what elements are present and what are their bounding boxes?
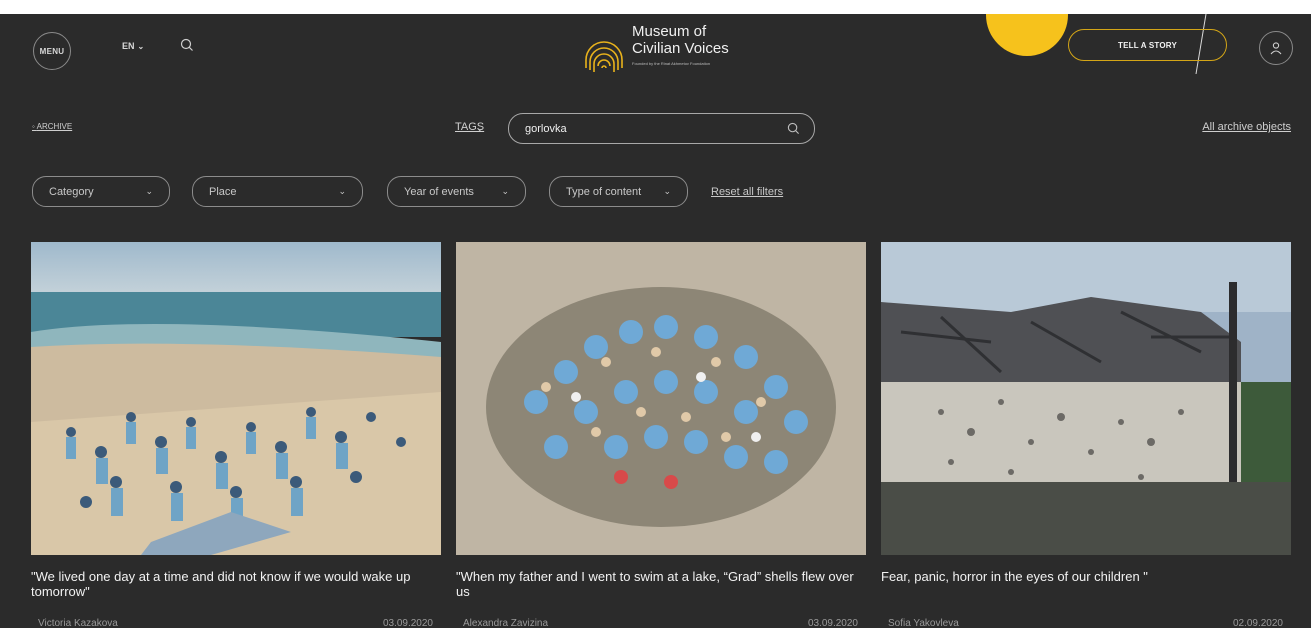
reset-filters-link[interactable]: Reset all filters — [711, 186, 783, 198]
decorative-yellow-circle — [986, 14, 1068, 56]
story-title[interactable]: Fear, panic, horror in the eyes of our c… — [881, 569, 1281, 584]
story-card[interactable]: "We lived one day at a time and did not … — [31, 242, 441, 628]
story-image-destroyed-house[interactable] — [881, 242, 1291, 555]
story-card[interactable]: Fear, panic, horror in the eyes of our c… — [881, 242, 1291, 628]
story-meta: Sofia Yakovleva 02.09.2020 — [888, 618, 1283, 628]
chevron-down-icon: ⌄ — [137, 42, 145, 51]
story-author: Alexandra Zavizina — [463, 618, 549, 628]
story-title[interactable]: "We lived one day at a time and did not … — [31, 569, 431, 599]
category-filter[interactable]: Category ⌄ — [32, 176, 170, 207]
archive-search-box — [508, 113, 815, 144]
site-title-line1: Museum of — [632, 23, 707, 40]
language-selector[interactable]: EN ⌄ — [122, 41, 144, 51]
chevron-down-icon: ⌄ — [501, 186, 509, 196]
story-meta: Alexandra Zavizina 03.09.2020 — [463, 618, 858, 628]
story-card[interactable]: "When my father and I went to swim at a … — [456, 242, 866, 628]
search-icon[interactable] — [180, 38, 194, 52]
language-label: EN — [122, 41, 135, 51]
story-image-group-photo[interactable] — [456, 242, 866, 555]
story-author: Victoria Kazakova — [38, 618, 118, 628]
breadcrumb-archive-link[interactable]: ◦ ARCHIVE — [32, 122, 72, 131]
story-date: 02.09.2020 — [1232, 618, 1283, 628]
all-archive-objects-link[interactable]: All archive objects — [1202, 121, 1291, 133]
chevron-down-icon: ⌄ — [145, 186, 153, 196]
site-subtitle: Founded by the Rinat Akhmetov Foundation — [632, 61, 711, 66]
tell-a-story-button[interactable]: TELL A STORY — [1068, 29, 1227, 61]
category-filter-label: Category — [49, 185, 94, 198]
search-input[interactable] — [525, 121, 775, 137]
menu-button[interactable]: MENU — [33, 32, 71, 70]
menu-label: MENU — [39, 46, 65, 56]
chevron-down-icon: ⌄ — [663, 186, 671, 196]
archive-label: ARCHIVE — [36, 122, 73, 131]
place-filter-label: Place — [209, 185, 237, 198]
site-title[interactable]: Museum of Civilian Voices — [632, 23, 729, 57]
chevron-down-icon: ⌄ — [476, 123, 484, 133]
site-title-line2: Civilian Voices — [632, 40, 729, 57]
type-of-content-filter[interactable]: Type of content ⌄ — [549, 176, 688, 207]
year-of-events-filter[interactable]: Year of events ⌄ — [387, 176, 526, 207]
story-meta: Victoria Kazakova 03.09.2020 — [38, 618, 433, 628]
story-title[interactable]: "When my father and I went to swim at a … — [456, 569, 856, 599]
story-date: 03.09.2020 — [382, 618, 433, 628]
search-icon[interactable] — [787, 122, 800, 135]
year-filter-label: Year of events — [404, 185, 474, 198]
type-filter-label: Type of content — [566, 185, 642, 198]
place-filter[interactable]: Place ⌄ — [192, 176, 363, 207]
page-container: MENU EN ⌄ Museum of Civilian Voices Found… — [0, 14, 1311, 628]
story-date: 03.09.2020 — [807, 618, 858, 628]
story-image-beach-dance[interactable] — [31, 242, 441, 555]
chevron-down-icon: ⌄ — [338, 186, 346, 196]
user-icon — [1270, 42, 1282, 55]
user-account-button[interactable] — [1259, 31, 1293, 65]
fingerprint-logo-icon[interactable] — [578, 24, 630, 76]
story-author: Sofia Yakovleva — [888, 618, 959, 628]
